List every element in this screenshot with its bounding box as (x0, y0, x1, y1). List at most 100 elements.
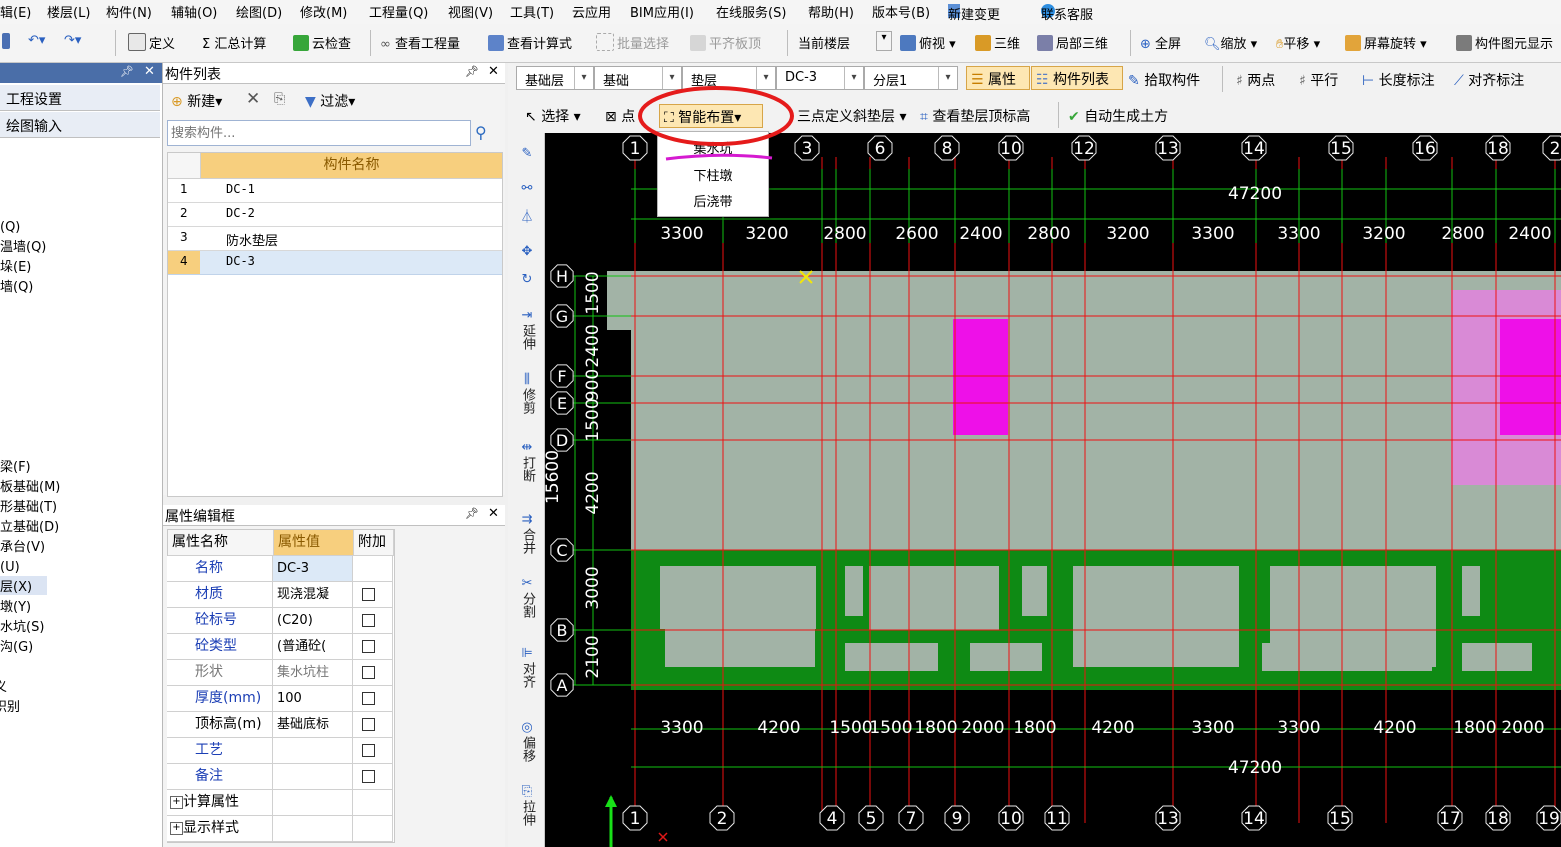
property-value[interactable]: 100 (273, 686, 353, 712)
select-button[interactable]: ↖ 选择 ▾ (525, 106, 581, 126)
pin-icon[interactable]: 📌︎ (465, 65, 479, 78)
screen-rotate-button[interactable]: 屏幕旋转 ▾ (1345, 33, 1427, 52)
menu-online[interactable]: 在线服务(S) (716, 2, 786, 21)
property-value[interactable] (273, 764, 353, 790)
drawing-canvas[interactable]: 1 3 6 8 10 12 13 14 15 16 18 2472003300 3200 2800 2600… (545, 133, 1561, 847)
tree-item-column-pier[interactable]: 柱墩(Y) (0, 596, 31, 615)
menu-quantity[interactable]: 工程量(Q) (369, 2, 428, 21)
expand-icon[interactable]: + (170, 822, 183, 835)
close-icon[interactable]: ✕ (488, 64, 499, 79)
component-display-button[interactable]: 构件图元显示 (1456, 33, 1553, 52)
pin-icon[interactable]: 📌︎ (465, 507, 479, 520)
pen-icon[interactable]: ✎ (512, 146, 542, 162)
tree-item-cushion[interactable]: 垫层(X) (0, 576, 47, 595)
menu-edit[interactable]: 辑(E) (0, 2, 31, 21)
property-row[interactable]: 名称 DC-3 (167, 556, 393, 582)
rotate-icon[interactable]: ↻ (512, 272, 542, 288)
extra-checkbox[interactable] (362, 692, 375, 705)
property-row[interactable]: 顶标高(m) 基础底标 (167, 712, 393, 738)
sublayer-combo[interactable]: 分层1 ▾ (864, 66, 958, 90)
property-row[interactable]: 砼类型 (普通砼( (167, 634, 393, 660)
trim-button[interactable]: ⫼ 修剪 (512, 372, 542, 419)
pan-button[interactable]: ✋︎平移 ▾ (1276, 33, 1320, 52)
tree-item-isolated-foundation[interactable]: 独立基础(D) (0, 516, 59, 535)
property-value[interactable]: (C20) (273, 608, 353, 634)
three-point-slope-button[interactable]: 三点定义斜垫层 ▾ (797, 106, 906, 126)
parallel-button[interactable]: ♯ 平行 (1299, 70, 1338, 90)
new-component-button[interactable]: ⊕ 新建▾ (171, 91, 222, 111)
property-value[interactable]: 集水坑柱 (273, 660, 353, 686)
current-floor-button[interactable]: 当前楼层 (798, 33, 850, 52)
view-quantity-button[interactable]: ∞ 查看工程量 (380, 33, 460, 52)
close-icon[interactable]: ✕ (488, 506, 499, 521)
cloud-check-button[interactable]: 云检查 (293, 33, 351, 52)
property-row[interactable]: 工艺 (167, 738, 393, 764)
offset-button[interactable]: ◎ 偏移 (512, 720, 542, 767)
expand-icon[interactable]: + (170, 796, 183, 809)
column-header-name[interactable]: 构件名称 (201, 153, 502, 179)
local-3d-button[interactable]: 局部三维 (1037, 33, 1108, 52)
table-row[interactable]: 1 DC-1 (168, 179, 502, 203)
property-value[interactable] (273, 816, 353, 842)
menu-help[interactable]: 帮助(H) (808, 2, 854, 21)
menu-draw[interactable]: 绘图(D) (236, 2, 282, 21)
property-row[interactable]: 材质 现浇混凝 (167, 582, 393, 608)
property-value[interactable] (273, 790, 353, 816)
align-button[interactable]: ⊫ 对齐 (512, 646, 542, 693)
table-row[interactable]: 3 防水垫层 (168, 227, 502, 251)
batch-select-button[interactable]: 批量选择 (596, 33, 669, 52)
undo-icon[interactable]: ↶▾ (28, 33, 45, 48)
extend-button[interactable]: ⇥ 延伸 (512, 308, 542, 355)
property-value[interactable]: DC-3 (273, 556, 353, 582)
top-view-button[interactable]: 俯视 ▾ (900, 33, 956, 52)
copy-icon[interactable]: ⎘ (274, 91, 285, 107)
stretch-button[interactable]: ⎘ 拉伸 (512, 784, 542, 831)
redo-icon[interactable]: ↷▾ (64, 33, 81, 48)
menu-component[interactable]: 构件(N) (106, 2, 152, 21)
view-formula-button[interactable]: 查看计算式 (488, 33, 572, 52)
extra-checkbox[interactable] (362, 744, 375, 757)
extra-checkbox[interactable] (362, 588, 375, 601)
pin-icon[interactable]: 📌︎ (120, 65, 134, 78)
property-row[interactable]: 厚度(mm) 100 (167, 686, 393, 712)
length-dim-button[interactable]: ⊢ 长度标注 (1362, 70, 1435, 90)
property-row[interactable]: 计算属性 + (167, 790, 393, 816)
tree-item-pile[interactable]: 桩(U) (0, 556, 20, 575)
property-value[interactable] (273, 738, 353, 764)
extra-checkbox[interactable] (362, 666, 375, 679)
define-button[interactable]: 定义 (128, 33, 175, 52)
tree-item-define[interactable]: 义 (0, 676, 7, 695)
property-row[interactable]: 显示样式 + (167, 816, 393, 842)
summary-button[interactable]: Σ 汇总计算 (202, 33, 266, 52)
property-value[interactable]: 基础底标 (273, 712, 353, 738)
table-row[interactable]: 2 DC-2 (168, 203, 502, 227)
property-row[interactable]: 备注 (167, 764, 393, 790)
tree-item-raft-foundation[interactable]: 筏板基础(M) (0, 476, 60, 495)
property-row[interactable]: 砼标号 (C20) (167, 608, 393, 634)
tree-item-curtain-wall[interactable]: 幕墙(Q) (0, 276, 33, 295)
pick-component-button[interactable]: ✎ 拾取构件 (1128, 70, 1200, 90)
menu-axis[interactable]: 辅轴(O) (171, 2, 217, 21)
nav-draw-input[interactable]: 绘图输入 (0, 112, 160, 138)
filter-button[interactable]: ▼ 过滤▾ (305, 91, 355, 111)
three-d-button[interactable]: 三维 (975, 33, 1020, 52)
close-icon[interactable]: ✕ (144, 64, 155, 79)
menu-bim[interactable]: BIM应用(I) (630, 2, 694, 21)
align-dim-button[interactable]: ⟋ 对齐标注 (1454, 70, 1524, 90)
property-toggle-button[interactable]: ☰ 属性 (966, 66, 1030, 90)
save-icon[interactable] (2, 33, 13, 50)
mirror-icon[interactable]: ⏃ (512, 210, 542, 226)
tree-item-strip-foundation[interactable]: 条形基础(T) (0, 496, 57, 515)
menu-cloud[interactable]: 云应用 (572, 2, 611, 21)
menu-tools[interactable]: 工具(T) (510, 2, 554, 21)
align-slab-button[interactable]: 平齐板顶 (690, 33, 761, 52)
floor-dropdown[interactable]: ▾ (876, 31, 892, 51)
tree-item-wall-pier[interactable]: 墙垛(E) (0, 256, 31, 275)
nav-project-settings[interactable]: 工程设置 (0, 85, 160, 111)
tree-item-foundation-beam[interactable]: 基础梁(F) (0, 456, 31, 475)
extra-checkbox[interactable] (362, 640, 375, 653)
tree-item-wall[interactable]: 墙(Q) (0, 216, 20, 235)
tree-item-trench[interactable]: 地沟(G) (0, 636, 33, 655)
menu-floor[interactable]: 楼层(L) (47, 2, 90, 21)
tree-item-pile-cap[interactable]: 桩承台(V) (0, 536, 45, 555)
